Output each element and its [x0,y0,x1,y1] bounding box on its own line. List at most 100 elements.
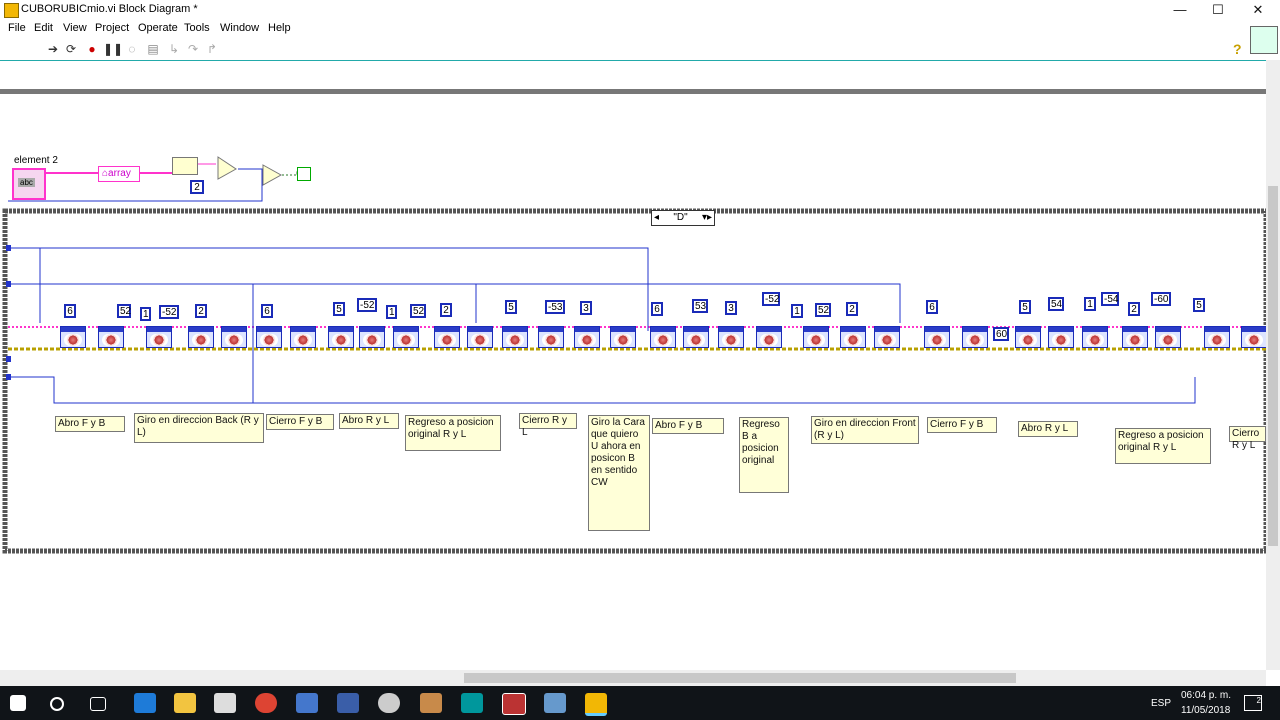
run-arrow-icon[interactable]: ➔ [46,42,60,56]
menu-edit[interactable]: Edit [34,22,53,34]
block-diagram-canvas[interactable]: element 2 abc ⌂array 2 ◂ "D" ▾▸ 6 52 1 -52 2 6 5… [0,60,1267,671]
subvi-node[interactable] [803,326,829,348]
subvi-node[interactable] [256,326,282,348]
subvi-node[interactable] [538,326,564,348]
numeric-constant[interactable]: 1 [1084,297,1096,311]
app-icon-6[interactable] [296,693,318,713]
numeric-constant[interactable]: 2 [440,303,452,317]
highlight-bulb-icon[interactable]: ◌ [125,42,139,56]
subvi-node[interactable] [434,326,460,348]
numeric-constant[interactable]: 5 [505,300,517,314]
retain-wire-icon[interactable]: ▤ [146,42,160,56]
menu-project[interactable]: Project [95,22,129,34]
numeric-constant[interactable]: 60 [993,327,1009,341]
numeric-constant[interactable]: 5 [1193,298,1205,312]
numeric-constant[interactable]: 6 [261,304,273,318]
file-explorer-icon[interactable] [174,693,196,713]
pause-icon[interactable]: ❚❚ [103,42,123,56]
run-continuous-icon[interactable]: ⟳ [64,42,78,56]
menu-view[interactable]: View [63,22,87,34]
numeric-constant[interactable]: -52 [762,292,780,306]
subvi-node[interactable] [1122,326,1148,348]
vertical-scroll-thumb[interactable] [1268,186,1278,546]
context-help-icon[interactable]: ? [1233,41,1242,57]
numeric-constant[interactable]: 2 [1128,302,1140,316]
subvi-node[interactable] [146,326,172,348]
search-icon[interactable] [50,697,64,711]
numeric-constant[interactable]: -52 [159,305,179,319]
numeric-constant[interactable]: 1 [386,305,397,319]
subvi-node[interactable] [683,326,709,348]
step-over-icon[interactable]: ↷ [186,42,200,56]
array-size-node[interactable] [172,157,198,175]
numeric-constant[interactable]: 52 [117,304,131,318]
subvi-node[interactable] [874,326,900,348]
subvi-node[interactable] [393,326,419,348]
subvi-node[interactable] [1048,326,1074,348]
notification-icon[interactable]: 2 [1244,695,1262,711]
store-icon[interactable] [214,693,236,713]
subvi-node[interactable] [962,326,988,348]
menu-tools[interactable]: Tools [184,22,210,34]
app-icon-7[interactable] [337,693,359,713]
numeric-constant[interactable]: 52 [410,304,426,318]
subvi-node[interactable] [188,326,214,348]
subvi-node[interactable] [924,326,950,348]
subvi-node[interactable] [98,326,124,348]
numeric-constant[interactable]: 3 [580,301,592,315]
clock-date[interactable]: 11/05/2018 [1181,705,1230,716]
app-icon-12[interactable] [544,693,566,713]
numeric-constant[interactable]: -53 [545,300,565,314]
element-2-indicator[interactable]: abc [12,168,46,200]
chrome-icon[interactable] [255,693,277,713]
subvi-node[interactable] [1241,326,1267,348]
edge-browser-icon[interactable] [134,693,156,713]
arduino-icon[interactable] [461,693,483,713]
menu-file[interactable]: File [8,22,26,34]
app-icon-9[interactable] [420,693,442,713]
numeric-constant[interactable]: 6 [926,300,938,314]
stop-indicator[interactable] [297,167,311,181]
settings-gear-icon[interactable] [378,693,400,713]
clock-time[interactable]: 06:04 p. m. [1181,690,1231,701]
labview-taskbar-icon[interactable] [585,693,607,716]
numeric-constant[interactable]: 1 [791,304,803,318]
constant-two[interactable]: 2 [190,180,204,194]
subvi-node[interactable] [221,326,247,348]
subvi-node[interactable] [756,326,782,348]
menu-help[interactable]: Help [268,22,291,34]
subvi-node[interactable] [502,326,528,348]
horizontal-scrollbar[interactable] [0,670,1266,686]
subvi-node[interactable] [1204,326,1230,348]
subvi-node[interactable] [610,326,636,348]
subvi-node[interactable] [840,326,866,348]
start-button-icon[interactable] [10,695,26,711]
numeric-constant[interactable]: 5 [333,302,345,316]
numeric-constant[interactable]: 3 [725,301,737,315]
subvi-node[interactable] [718,326,744,348]
step-into-icon[interactable]: ↳ [167,42,181,56]
numeric-constant[interactable]: 54 [1048,297,1064,311]
maximize-button[interactable]: ☐ [1198,0,1238,20]
app-icon-11[interactable] [502,693,526,715]
minimize-button[interactable]: — [1160,0,1200,20]
numeric-constant[interactable]: 6 [651,302,663,316]
subvi-node[interactable] [359,326,385,348]
close-button[interactable]: ✕ [1238,0,1278,20]
task-view-icon[interactable] [90,697,106,711]
numeric-constant[interactable]: -52 [357,298,377,312]
vertical-scrollbar[interactable] [1266,60,1280,670]
numeric-constant[interactable]: 53 [692,299,708,313]
numeric-constant[interactable]: 1 [140,307,151,321]
subvi-node[interactable] [1015,326,1041,348]
subvi-node[interactable] [650,326,676,348]
numeric-constant[interactable]: -60 [1151,292,1171,306]
numeric-constant[interactable]: 52 [815,303,831,317]
step-out-icon[interactable]: ↱ [205,42,219,56]
subvi-node[interactable] [574,326,600,348]
numeric-constant[interactable]: -54 [1101,292,1119,306]
subvi-node[interactable] [467,326,493,348]
numeric-constant[interactable]: 6 [64,304,76,318]
horizontal-scroll-thumb[interactable] [464,673,1016,683]
array-reference[interactable]: ⌂array [98,166,140,182]
